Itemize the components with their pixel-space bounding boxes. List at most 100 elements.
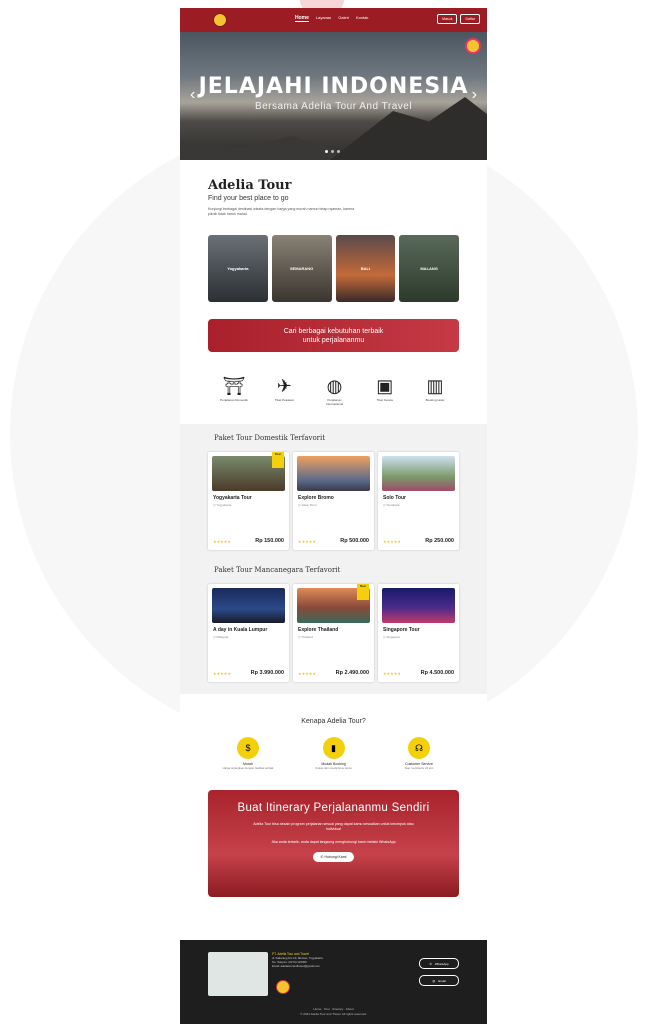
city-card-semarang[interactable]: SEMARANG <box>271 235 332 302</box>
city-card-yogyakarta[interactable]: Yogyakarta <box>208 235 268 302</box>
nav-link-galeri[interactable]: Galeri <box>338 15 349 22</box>
tour-card[interactable]: Best Yogyakarta Tour ◷ Yogyakarta ★★★★★ R… <box>208 452 289 550</box>
tour-name: Singapore Tour <box>383 627 420 633</box>
tour-card[interactable]: Solo Tour ◷ Surakarta ★★★★★ Rp 250.000 <box>378 452 459 550</box>
carousel-dot[interactable] <box>325 150 328 153</box>
footer-email-button[interactable]: @ Email <box>419 975 459 986</box>
tour-image: Best <box>297 584 370 623</box>
hero-carousel: ‹ › JELAJAHI INDONESIA Bersama Adelia To… <box>180 32 487 160</box>
rating-stars: ★★★★★ <box>213 539 231 544</box>
service-hotel[interactable]: ▥ Booking Hotel <box>419 374 451 406</box>
why-item-desc: Siap membantu 24 jam <box>404 766 434 770</box>
tour-image <box>212 588 285 623</box>
nav-link-kontak[interactable]: Kontak <box>356 15 368 22</box>
itinerary-title: Buat Itinerary Perjalananmu Sendiri <box>237 802 430 814</box>
tour-name: Yogyakarta Tour <box>213 495 252 501</box>
tour-location: ◷ Malaysia <box>213 635 229 639</box>
copyright: © 2021 Adelia Tour and Travel. All right… <box>300 1012 367 1016</box>
why-list: $ Murah Harga terjangkau dengan fasilitas … <box>180 737 487 770</box>
airplane-icon: ✈ <box>276 376 292 396</box>
tour-image <box>382 456 455 491</box>
avatar[interactable] <box>465 38 481 54</box>
rating-stars: ★★★★★ <box>213 671 231 676</box>
rating-stars: ★★★★★ <box>383 539 401 544</box>
why-title: Kenapa Adelia Tour? <box>301 718 366 725</box>
login-button[interactable]: Masuk <box>437 14 458 24</box>
city-gallery: Yogyakarta SEMARANG BALI MALANG <box>180 235 487 302</box>
nav-link-layanan[interactable]: Layanan <box>316 15 331 22</box>
service-train[interactable]: ▣ Tiket Kereta <box>369 374 401 406</box>
why-item-desc: Harga terjangkau dengan fasilitas terbai… <box>222 766 274 770</box>
city-label: MALANG <box>420 266 438 271</box>
headset-icon: ☊ <box>408 737 430 759</box>
footer-links: Home · Tour · Itinerary · About © 2021 A… <box>180 1007 487 1017</box>
best-badge: Best <box>272 452 284 468</box>
location-map[interactable] <box>208 952 268 996</box>
globe-icon: ◍ <box>326 376 343 396</box>
itinerary-banner: Buat Itinerary Perjalananmu Sendiri Adel… <box>208 790 459 897</box>
tour-price: Rp 4.500.000 <box>420 670 454 676</box>
tour-location: ◷ Surakarta <box>383 503 400 507</box>
phone-icon: ▮ <box>322 737 345 759</box>
service-label: Perjalanan Internasional <box>325 398 344 406</box>
why-item: ▮ Mudah Booking Cukup dari smartphone kamu <box>308 737 360 770</box>
city-card-malang[interactable]: MALANG <box>399 235 459 302</box>
service-label: Booking Hotel <box>425 398 445 402</box>
tour-card[interactable]: A day in Kuala Lumpur ◷ Malaysia ★★★★★ Rp… <box>208 584 289 682</box>
footer-whatsapp-button[interactable]: ✆ WhatsApp <box>419 958 459 969</box>
brand-title: Adelia Tour <box>208 178 292 193</box>
nav-links: Home Layanan Galeri Kontak <box>295 15 368 22</box>
nav-link-home[interactable]: Home <box>295 15 309 22</box>
service-domestic[interactable]: ⛩ Perjalanan Domestik <box>218 374 250 406</box>
tour-price: Rp 250.000 <box>425 538 454 544</box>
tour-location: ◷ Yogyakarta <box>213 503 232 507</box>
temple-icon: ⛩ <box>222 376 246 396</box>
logo-icon[interactable] <box>213 13 227 27</box>
hero-title: JELAJAHI INDONESIA <box>198 74 469 99</box>
why-item: $ Murah Harga terjangkau dengan fasilitas … <box>222 737 274 770</box>
tour-packages: Paket Tour Domestik Terfavorit Best Yogy… <box>180 424 487 694</box>
city-label: Yogyakarta <box>227 266 249 271</box>
train-icon: ▣ <box>376 376 394 396</box>
tagline: Find your best place to go <box>208 195 289 202</box>
service-flight[interactable]: ✈ Tiket Pesawat <box>268 374 300 406</box>
tour-image <box>297 456 370 491</box>
page: Home Layanan Galeri Kontak Masuk Daftar … <box>180 8 487 1024</box>
tour-image: Best <box>212 452 285 491</box>
service-list: ⛩ Perjalanan Domestik ✈ Tiket Pesawat ◍ Per… <box>180 374 487 406</box>
city-card-bali[interactable]: BALI <box>335 235 396 302</box>
cta-line-1: Cari berbagai kebutuhan terbaik <box>283 327 384 335</box>
hero-subtitle: Bersama Adelia Tour And Travel <box>254 101 413 112</box>
intro-section: Adelia Tour Find your best place to go K… <box>180 160 487 217</box>
itinerary-text-2: Jika anda tertarik, anda dapat langsung … <box>271 840 396 844</box>
tour-price: Rp 500.000 <box>340 538 369 544</box>
city-label: SEMARANG <box>289 266 314 271</box>
carousel-dot[interactable] <box>337 150 340 153</box>
coin-icon: $ <box>237 737 259 759</box>
tour-price: Rp 150.000 <box>255 538 284 544</box>
tour-card[interactable]: Singapore Tour ◷ Singapore ★★★★★ Rp 4.500… <box>378 584 459 682</box>
rating-stars: ★★★★★ <box>298 671 316 676</box>
service-international[interactable]: ◍ Perjalanan Internasional <box>319 374 351 406</box>
tour-price: Rp 3.990.000 <box>250 670 284 676</box>
domestic-title: Paket Tour Domestik Terfavorit <box>214 434 326 442</box>
footer-logo-icon <box>276 980 290 994</box>
hero-mountain-left <box>180 136 340 160</box>
navbar: Home Layanan Galeri Kontak Masuk Daftar <box>180 8 487 32</box>
carousel-dot[interactable] <box>331 150 334 153</box>
city-label: BALI <box>360 266 371 271</box>
tour-name: Explore Thailand <box>298 627 339 633</box>
tour-card[interactable]: Explore Bromo ◷ Jawa Timur ★★★★★ Rp 500.0… <box>293 452 374 550</box>
register-button[interactable]: Daftar <box>460 14 480 24</box>
why-item-desc: Cukup dari smartphone kamu <box>315 766 352 770</box>
tour-price: Rp 2.490.000 <box>335 670 369 676</box>
service-label: Tiket Pesawat <box>274 398 294 402</box>
tour-card[interactable]: Best Explore Thailand ◷ Thailand ★★★★★ Rp… <box>293 584 374 682</box>
whatsapp-button[interactable]: ✆ Hubungi Kami <box>312 852 355 862</box>
itinerary-text-1: Adelia Tour bisa desain program perjalan… <box>253 822 414 831</box>
company-info: PT. Adelia Tour and Travel Jl. Kaliurang… <box>272 952 352 968</box>
why-item: ☊ Customer Service Siap membantu 24 jam <box>393 737 445 770</box>
carousel-dots <box>325 150 340 153</box>
tour-location: ◷ Thailand <box>298 635 313 639</box>
domestic-cards: Best Yogyakarta Tour ◷ Yogyakarta ★★★★★ R… <box>180 452 487 550</box>
